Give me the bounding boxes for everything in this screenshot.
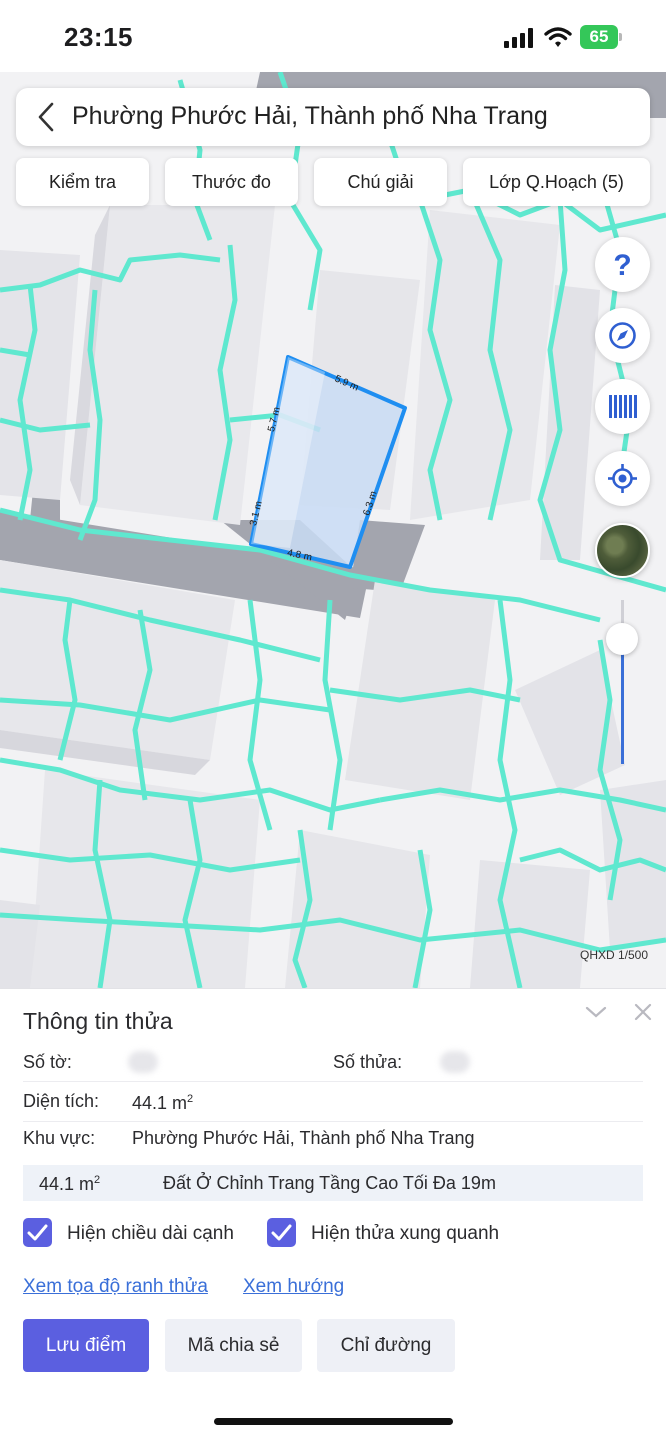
compass-icon	[609, 322, 636, 349]
checkbox-checked-icon[interactable]	[23, 1218, 52, 1247]
so-thua-label: Số thửa:	[333, 1052, 403, 1072]
view-boundary-coordinates-link[interactable]: Xem tọa độ ranh thửa	[23, 1276, 208, 1298]
map-canvas[interactable]	[0, 72, 666, 988]
chip-thuoc-do[interactable]: Thước đo	[165, 158, 298, 206]
help-button[interactable]: ?	[595, 237, 650, 292]
layers-button[interactable]	[595, 379, 650, 434]
khu-vuc-label: Khu vực:	[23, 1128, 96, 1148]
compass-button[interactable]	[595, 308, 650, 363]
so-thua-value-redacted	[440, 1051, 470, 1073]
barcode-icon	[609, 395, 637, 418]
battery-level: 65	[589, 27, 609, 46]
location-title[interactable]: Phường Phước Hải, Thành phố Nha Trang	[72, 102, 548, 131]
dien-tich-label: Diện tích:	[23, 1091, 100, 1111]
map-view[interactable]: 5.9 m 6.3 m 4.8 m 3.1 m 5.7 m	[0, 72, 666, 988]
map-scale-label: QHXD 1/500	[580, 948, 649, 962]
directions-button[interactable]: Chỉ đường	[317, 1319, 455, 1372]
chevron-left-icon[interactable]	[36, 102, 56, 132]
so-to-value-redacted	[128, 1051, 158, 1073]
dien-tich-value: 44.1 m2	[132, 1093, 194, 1113]
zone-area: 44.1 m2	[39, 1174, 101, 1194]
panel-title: Thông tin thửa	[23, 1008, 173, 1034]
checkbox-checked-icon[interactable]	[267, 1218, 296, 1247]
save-point-button[interactable]: Lưu điểm	[23, 1319, 149, 1372]
zone-name: Đất Ở Chỉnh Trang Tầng Cao Tối Đa 19m	[163, 1173, 496, 1193]
location-search-bar[interactable]: Phường Phước Hải, Thành phố Nha Trang	[16, 88, 650, 146]
chip-lop-quy-hoach[interactable]: Lớp Q.Hoạch (5)	[463, 158, 650, 206]
chip-kiem-tra[interactable]: Kiểm tra	[16, 158, 149, 206]
help-icon: ?	[613, 249, 631, 282]
battery-icon: 65	[580, 25, 622, 49]
status-bar: 23:15 65	[0, 0, 666, 72]
show-edge-length-label[interactable]: Hiện chiều dài cạnh	[67, 1223, 234, 1245]
zoom-track[interactable]	[621, 639, 624, 764]
map-toolbar: Kiểm tra Thước đo Chú giải Lớp Q.Hoạch (…	[16, 158, 652, 208]
svg-text:?: ?	[613, 249, 631, 282]
signal-icon	[504, 28, 533, 48]
status-time: 23:15	[64, 22, 133, 52]
wifi-icon	[544, 27, 572, 47]
satellite-layer-icon[interactable]	[595, 523, 650, 578]
view-direction-link[interactable]: Xem hướng	[243, 1276, 344, 1298]
chevron-down-icon[interactable]	[584, 1003, 608, 1021]
locate-icon	[608, 464, 637, 493]
divider	[23, 1121, 643, 1122]
my-location-button[interactable]	[595, 451, 650, 506]
khu-vuc-value: Phường Phước Hải, Thành phố Nha Trang	[132, 1128, 475, 1148]
home-indicator	[214, 1418, 453, 1425]
close-icon[interactable]	[632, 1001, 654, 1023]
so-to-label: Số tờ:	[23, 1052, 72, 1072]
chip-chu-giai[interactable]: Chú giải	[314, 158, 447, 206]
show-neighbor-parcels-label[interactable]: Hiện thửa xung quanh	[311, 1223, 499, 1245]
parcel-info-panel: Thông tin thửa Số tờ: Số thửa: Diện tích…	[0, 988, 666, 1440]
share-code-button[interactable]: Mã chia sẻ	[165, 1319, 302, 1372]
divider	[23, 1081, 643, 1082]
zone-row: 44.1 m2 Đất Ở Chỉnh Trang Tầng Cao Tối Đ…	[23, 1165, 643, 1201]
